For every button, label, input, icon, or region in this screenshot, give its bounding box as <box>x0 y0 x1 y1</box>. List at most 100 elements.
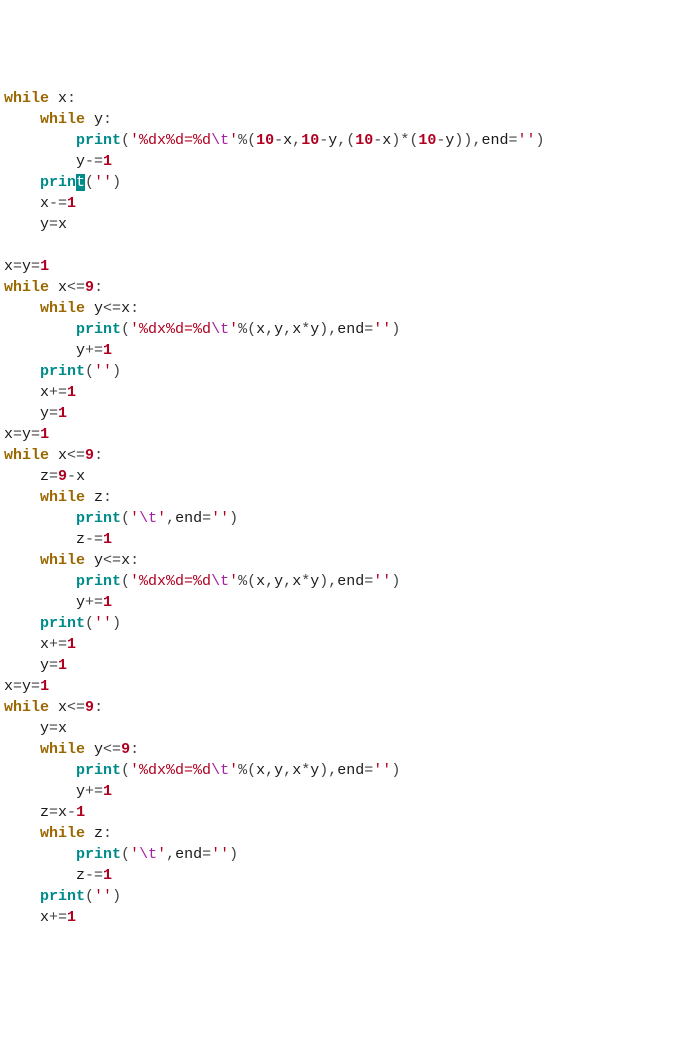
token-id: x <box>4 678 13 695</box>
code-line: print('') <box>4 361 671 382</box>
token-str: '' <box>94 888 112 905</box>
token-id: x <box>49 279 67 296</box>
code-line: while z: <box>4 487 671 508</box>
token-num: 1 <box>67 384 76 401</box>
token-op: = <box>31 258 40 275</box>
token-id: y <box>310 321 319 338</box>
token-id <box>4 321 76 338</box>
token-paren: ) <box>112 888 121 905</box>
token-kw: while <box>40 825 85 842</box>
token-op: = <box>49 804 58 821</box>
token-id: y <box>22 678 31 695</box>
token-op: = <box>31 426 40 443</box>
token-fn: print <box>76 321 121 338</box>
token-paren: ) <box>391 132 400 149</box>
token-num: 1 <box>103 342 112 359</box>
code-line: print('') <box>4 613 671 634</box>
token-paren: ( <box>247 762 256 779</box>
token-esc: \t <box>211 132 229 149</box>
token-op: % <box>238 321 247 338</box>
token-op: = <box>49 657 58 674</box>
token-op: : <box>130 300 139 317</box>
token-op: = <box>49 720 58 737</box>
token-paren: ) <box>229 510 238 527</box>
token-op: -= <box>85 153 103 170</box>
token-id: y <box>4 342 85 359</box>
token-op: , <box>283 321 292 338</box>
token-esc: \t <box>211 321 229 338</box>
token-id: z <box>85 489 103 506</box>
token-num: 1 <box>40 258 49 275</box>
token-id: end <box>337 762 364 779</box>
token-num: 1 <box>40 426 49 443</box>
token-id: y <box>85 741 103 758</box>
token-id <box>4 363 40 380</box>
token-fn: print <box>76 132 121 149</box>
token-str: ' <box>229 573 238 590</box>
token-id: x <box>256 573 265 590</box>
token-esc: \t <box>211 762 229 779</box>
code-line: while y: <box>4 109 671 130</box>
token-str: '%dx%d=%d <box>130 321 211 338</box>
code-line: print('\t',end='') <box>4 844 671 865</box>
token-op: % <box>238 762 247 779</box>
token-op: : <box>103 825 112 842</box>
token-id <box>4 888 40 905</box>
token-fn: prin <box>40 174 76 191</box>
token-fn: print <box>40 888 85 905</box>
code-line: x+=1 <box>4 907 671 928</box>
token-str: '' <box>373 321 391 338</box>
token-op: = <box>364 762 373 779</box>
token-kw: while <box>40 300 85 317</box>
token-id: x <box>4 909 49 926</box>
token-op: <= <box>67 699 85 716</box>
token-id: z <box>4 804 49 821</box>
token-id <box>4 741 40 758</box>
token-id <box>4 111 40 128</box>
code-line: print('\t',end='') <box>4 508 671 529</box>
token-op: : <box>103 111 112 128</box>
token-id: end <box>337 573 364 590</box>
token-op: <= <box>103 741 121 758</box>
token-esc: \t <box>139 846 157 863</box>
token-op: : <box>103 489 112 506</box>
token-id <box>4 762 76 779</box>
code-line: while y<=x: <box>4 550 671 571</box>
token-paren: ( <box>247 132 256 149</box>
token-op: <= <box>67 447 85 464</box>
token-paren: ) <box>319 321 328 338</box>
token-id: y <box>4 216 49 233</box>
code-line: print('') <box>4 172 671 193</box>
token-kw: while <box>40 741 85 758</box>
token-highlight: t <box>76 174 85 191</box>
token-paren: ) <box>112 615 121 632</box>
token-op: , <box>328 573 337 590</box>
token-fn: print <box>76 846 121 863</box>
token-op: : <box>130 552 139 569</box>
token-op: : <box>94 447 103 464</box>
token-num: 1 <box>103 594 112 611</box>
token-op: += <box>85 342 103 359</box>
token-op: = <box>202 846 211 863</box>
code-line: y=x <box>4 214 671 235</box>
token-num: 1 <box>67 195 76 212</box>
code-line: while x<=9: <box>4 277 671 298</box>
token-id <box>4 300 40 317</box>
token-str: '%dx%d=%d <box>130 573 211 590</box>
token-op: , <box>337 132 346 149</box>
code-line: while z: <box>4 823 671 844</box>
token-op: = <box>49 216 58 233</box>
token-id: end <box>175 510 202 527</box>
token-str: ' <box>157 510 166 527</box>
token-str: ' <box>130 846 139 863</box>
token-num: 10 <box>256 132 274 149</box>
token-op: - <box>319 132 328 149</box>
token-op: = <box>49 468 58 485</box>
token-paren: ( <box>346 132 355 149</box>
token-num: 10 <box>418 132 436 149</box>
token-id <box>4 846 76 863</box>
token-id: y <box>4 594 85 611</box>
token-id: y <box>274 321 283 338</box>
code-editor[interactable]: while x: while y: print('%dx%d=%d\t'%(10… <box>4 88 671 928</box>
token-id: x <box>256 762 265 779</box>
